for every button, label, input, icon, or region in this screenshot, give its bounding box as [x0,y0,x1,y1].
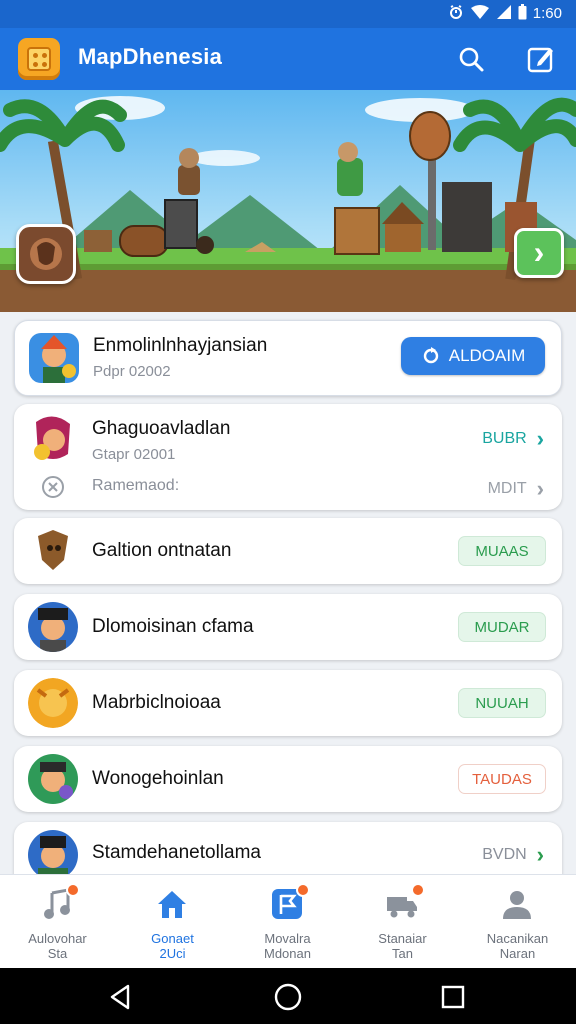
item-action-button[interactable]: MUDAR [458,612,546,642]
nav-item-truck[interactable]: Stanaiar Tan [345,875,460,969]
hero-banner[interactable]: › [0,90,576,312]
second-row-action-label: MDIT [487,480,527,497]
nav-label: Gonaet 2Uci [151,931,194,961]
close-circle-icon[interactable] [40,474,66,505]
chevron-right-icon: › [536,476,544,501]
home-icon [158,891,186,918]
search-icon [459,47,484,72]
next-arrow-icon[interactable]: › [514,228,564,278]
item-action-button[interactable]: TAUDAS [458,764,546,794]
notification-badge [411,883,425,897]
second-title: Ghaguoavladlan [92,418,231,439]
item-action-link[interactable]: BVDN › [482,842,544,868]
item-title: Dlomoisinan cfama [92,616,254,637]
home-button[interactable] [273,982,303,1012]
profile-icon [503,891,531,919]
nav-label: Stanaiar Tan [378,931,427,961]
left-app-icon[interactable] [16,224,76,284]
featured-action-button[interactable]: ALDOAIM [401,337,545,375]
back-icon [110,984,130,1010]
bottom-navigation: Aulovohar Sta Gonaet 2Uci Movalra Mdonan St… [0,874,576,968]
notification-badge [66,883,80,897]
item-avatar [28,754,78,804]
chevron-right-icon: › [536,426,544,451]
second-avatar [28,414,78,464]
compose-button[interactable] [524,42,558,76]
recents-icon [441,985,465,1009]
alarm-icon [448,4,464,23]
item-title: Stamdehanetollama [92,842,261,863]
nav-label: Nacanikan Naran [486,931,549,961]
list-item[interactable]: Galtion ontnatan MUAAS [14,518,562,584]
compose-icon [527,47,553,73]
recents-button[interactable] [438,982,468,1012]
nav-label: Aulovohar Sta [28,931,87,961]
banner-illustration [0,96,576,312]
item-title: Galtion ontnatan [92,540,232,561]
featured-title: Enmolinlnhayjansian [93,335,268,356]
item-avatar [28,830,78,874]
item-title: Mabrbiclnoioaa [92,692,221,713]
second-subtitle: Gtapr 02001 [92,446,176,463]
app-title: MapDhenesia [78,44,223,69]
featured-subtitle: Pdpr 02002 [93,363,171,380]
status-time: 1:60 [532,5,562,22]
refresh-icon [423,347,438,364]
app-bar: MapDhenesia [0,28,576,90]
wifi-icon [470,4,490,23]
list-item[interactable]: Stamdehanetollama BVDN › [14,822,562,874]
app-logo-icon [18,38,60,80]
item-avatar [28,602,78,652]
home-circle-icon [274,983,302,1011]
nav-item-home[interactable]: Gonaet 2Uci [115,875,230,969]
game-list: Enmolinlnhayjansian Pdpr 02002 ALDOAIM G… [0,312,576,874]
second-action-link[interactable]: BUBR › [482,426,544,452]
nav-item-flag[interactable]: Movalra Mdonan [230,875,345,969]
item-action-button[interactable]: NUUAH [458,688,546,718]
item-action-label: BVDN [482,846,527,863]
battery-icon [518,4,527,23]
system-navigation-bar [0,968,576,1024]
second-card[interactable]: Ghaguoavladlan Gtapr 02001 BUBR › Ramema… [14,404,562,510]
signal-icon [496,4,512,23]
list-item[interactable]: Dlomoisinan cfama MUDAR [14,594,562,660]
featured-card[interactable]: Enmolinlnhayjansian Pdpr 02002 ALDOAIM [14,320,562,396]
second-row-action[interactable]: MDIT › [488,476,544,502]
second-row-label: Ramemaod: [92,477,180,494]
notification-badge [296,883,310,897]
item-title: Wonogehoinlan [92,768,224,789]
item-action-button[interactable]: MUAAS [458,536,546,566]
featured-action-label: ALDOAIM [448,346,526,365]
item-avatar [28,526,78,576]
status-bar: 1:60 [0,0,576,28]
featured-avatar [29,333,79,383]
nav-item-profile[interactable]: Nacanikan Naran [460,875,575,969]
nav-item-music[interactable]: Aulovohar Sta [0,875,115,969]
item-avatar [28,678,78,728]
back-button[interactable] [106,982,136,1012]
search-button[interactable] [454,42,488,76]
chevron-right-icon: › [536,842,544,867]
status-icons: 1:60 [448,4,562,23]
second-sub-row[interactable]: Ramemaod: MDIT › [14,474,562,504]
second-action-label: BUBR [482,430,527,447]
nav-label: Movalra Mdonan [264,931,311,961]
list-item[interactable]: Wonogehoinlan TAUDAS [14,746,562,812]
list-item[interactable]: Mabrbiclnoioaa NUUAH [14,670,562,736]
